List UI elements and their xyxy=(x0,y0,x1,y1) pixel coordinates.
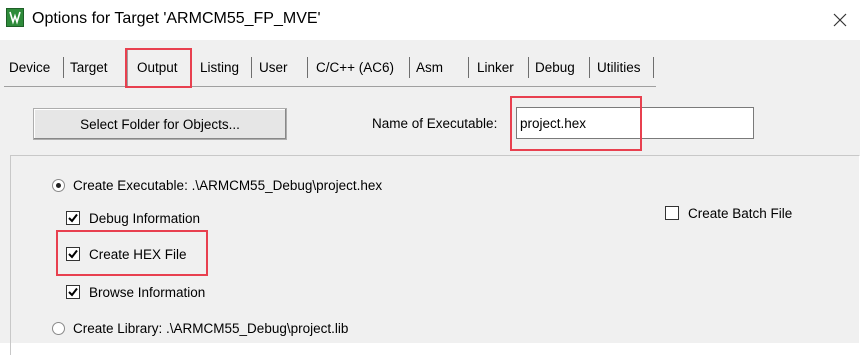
tab-linker[interactable]: Linker xyxy=(477,56,514,80)
tab-asm[interactable]: Asm xyxy=(416,56,443,80)
tab-separator xyxy=(409,57,410,78)
browse-information-option[interactable]: Browse Information xyxy=(66,283,205,301)
tab-separator xyxy=(528,57,529,78)
tab-utilities[interactable]: Utilities xyxy=(597,56,641,80)
tab-strip-baseline xyxy=(4,86,656,87)
debug-information-label: Debug Information xyxy=(89,210,201,226)
create-hex-file-option[interactable]: Create HEX File xyxy=(66,245,187,263)
browse-information-label: Browse Information xyxy=(89,284,206,300)
title-bar: Options for Target 'ARMCM55_FP_MVE' xyxy=(0,0,860,40)
tab-separator xyxy=(653,57,654,78)
tab-target[interactable]: Target xyxy=(70,56,108,80)
tab-separator xyxy=(589,57,590,78)
create-batch-file-option[interactable]: Create Batch File xyxy=(665,204,792,222)
window-title: Options for Target 'ARMCM55_FP_MVE' xyxy=(32,10,321,27)
tab-separator xyxy=(63,57,64,78)
tab-output[interactable]: Output xyxy=(137,56,178,80)
tab-separator xyxy=(468,57,469,78)
select-folder-button[interactable]: Select Folder for Objects... xyxy=(33,108,287,140)
create-hex-file-checkbox[interactable] xyxy=(66,247,80,261)
create-batch-file-label: Create Batch File xyxy=(688,205,793,221)
tab-listing[interactable]: Listing xyxy=(200,56,239,80)
create-hex-file-label: Create HEX File xyxy=(89,246,187,262)
keil-app-icon xyxy=(6,8,24,27)
create-library-radio[interactable] xyxy=(52,321,65,335)
create-batch-file-checkbox[interactable] xyxy=(665,206,679,220)
browse-information-checkbox[interactable] xyxy=(66,285,80,299)
close-icon[interactable] xyxy=(827,7,853,33)
debug-information-checkbox[interactable] xyxy=(66,211,80,225)
tab-separator xyxy=(251,57,252,78)
create-library-option[interactable]: Create Library: .\ARMCM55_Debug\project.… xyxy=(52,319,348,337)
name-of-executable-label: Name of Executable: xyxy=(372,116,498,131)
debug-information-option[interactable]: Debug Information xyxy=(66,209,200,227)
create-executable-label: Create Executable: .\ARMCM55_Debug\proje… xyxy=(73,177,383,193)
tab-c-cpp[interactable]: C/C++ (AC6) xyxy=(316,56,394,80)
tab-user[interactable]: User xyxy=(259,56,288,80)
tab-device[interactable]: Device xyxy=(9,56,50,80)
tab-separator xyxy=(307,57,308,78)
create-executable-option[interactable]: Create Executable: .\ARMCM55_Debug\proje… xyxy=(52,176,382,194)
create-library-label: Create Library: .\ARMCM55_Debug\project.… xyxy=(73,320,349,336)
create-executable-radio[interactable] xyxy=(52,178,65,192)
name-of-executable-input[interactable] xyxy=(516,107,754,139)
tab-debug[interactable]: Debug xyxy=(535,56,575,80)
